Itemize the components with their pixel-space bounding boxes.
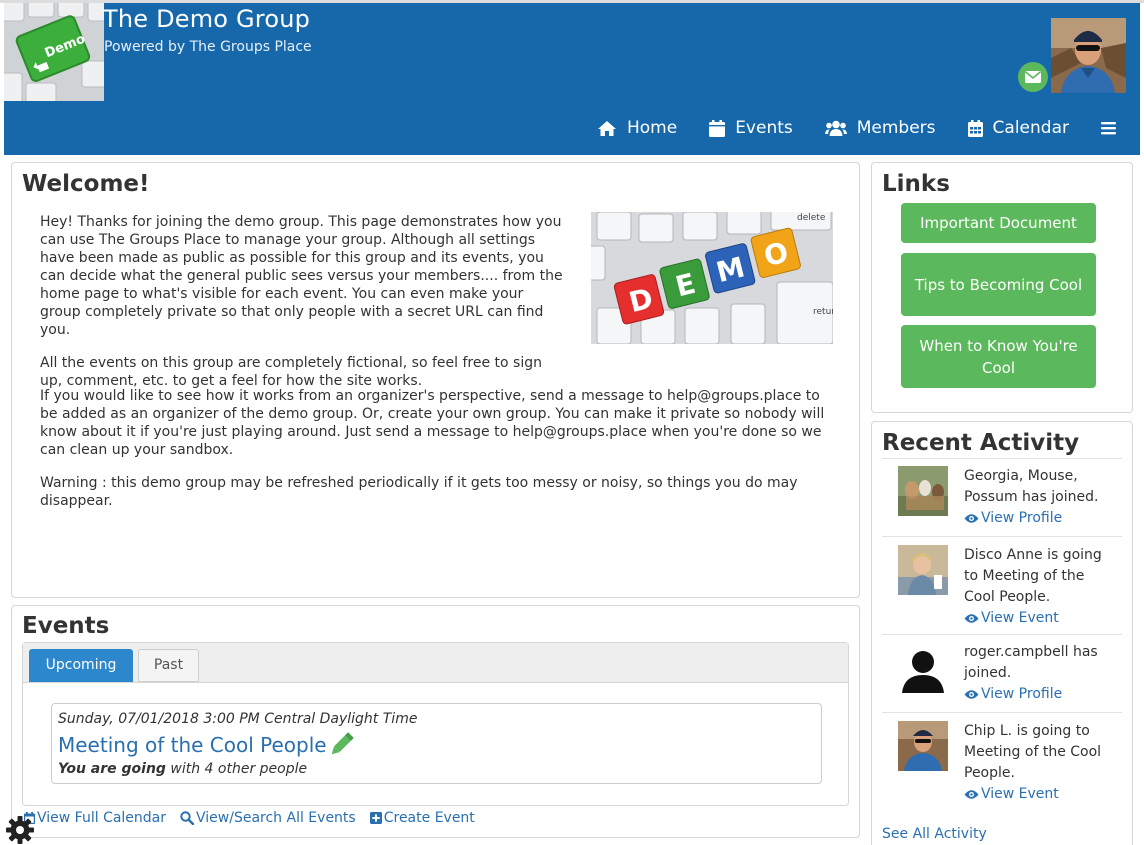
events-title: Events <box>22 613 110 639</box>
activity-thumbnail-dogs[interactable] <box>898 466 948 516</box>
activity-message: Chip L. is going to Meeting of the Cool … <box>964 723 1102 781</box>
welcome-paragraph: All the events on this group are complet… <box>40 355 542 389</box>
event-title-link[interactable]: Meeting of the Cool People <box>58 732 354 758</box>
nav-item-home[interactable]: Home <box>597 118 677 138</box>
welcome-paragraph: Hey! Thanks for joining the demo group. … <box>40 214 563 338</box>
event-title: Meeting of the Cool People <box>58 733 327 757</box>
event-going-count: with 4 other people <box>165 761 308 777</box>
calendar-check-icon <box>709 119 726 137</box>
recent-activity-title: Recent Activity <box>882 430 1080 456</box>
tab-past[interactable]: Past <box>138 649 199 682</box>
activity-text: roger.campbell has joined. View Profile <box>964 642 1114 707</box>
site-subtitle: Powered by The Groups Place <box>104 39 312 55</box>
calendar-icon <box>967 119 983 137</box>
events-tabs-container: Upcoming Past Sunday, 07/01/2018 3:00 PM… <box>22 642 849 806</box>
events-panel: Events Upcoming Past Sunday, 07/01/2018 … <box>11 605 860 838</box>
main-nav: Home Events Members Calendar <box>597 113 1140 143</box>
nav-item-label: Home <box>626 118 678 138</box>
nav-item-label: Calendar <box>992 118 1069 138</box>
envelope-icon[interactable] <box>1018 62 1048 92</box>
activity-item: Chip L. is going to Meeting of the Cool … <box>882 712 1122 812</box>
search-events-link[interactable]: View/Search All Events <box>180 810 356 826</box>
home-icon <box>597 120 616 136</box>
recent-activity-panel: Recent Activity Georgia, Mouse, Possum h… <box>871 421 1133 845</box>
view-event-link[interactable]: View Event <box>964 608 1059 629</box>
tab-upcoming[interactable]: Upcoming <box>29 649 133 682</box>
tips-to-becoming-cool-button[interactable]: Tips to Becoming Cool <box>901 253 1096 316</box>
event-card: Sunday, 07/01/2018 3:00 PM Central Dayli… <box>51 703 822 784</box>
events-tab-bar: Upcoming Past <box>23 643 848 683</box>
activity-message: Disco Anne is going to Meeting of the Co… <box>964 547 1102 605</box>
create-event-label: Create Event <box>383 810 475 826</box>
plus-square-icon <box>369 812 382 824</box>
important-document-button[interactable]: Important Document <box>901 203 1096 243</box>
event-date: Sunday, 07/01/2018 3:00 PM Central Dayli… <box>58 711 418 727</box>
site-header: Demo The Demo Group Powered by The Group… <box>4 3 1140 155</box>
eye-icon <box>964 514 979 523</box>
activity-thumbnail-default[interactable] <box>898 643 948 693</box>
view-profile-link[interactable]: View Profile <box>964 508 1062 529</box>
view-full-calendar-label: View Full Calendar <box>37 810 167 826</box>
activity-message: Georgia, Mouse, Possum has joined. <box>964 468 1099 505</box>
view-profile-label: View Profile <box>981 510 1063 526</box>
activity-text: Disco Anne is going to Meeting of the Co… <box>964 545 1114 631</box>
gear-icon[interactable] <box>4 814 36 845</box>
welcome-paragraph: Warning : this demo group may be refresh… <box>40 475 798 509</box>
events-action-links: View Full Calendar View/Search All Event… <box>24 810 489 826</box>
when-to-know-cool-button[interactable]: When to Know You're Cool <box>901 325 1096 388</box>
activity-message: roger.campbell has joined. <box>964 644 1098 681</box>
pencil-icon[interactable] <box>328 732 354 758</box>
nav-item-members[interactable]: Members <box>824 118 936 138</box>
view-profile-link[interactable]: View Profile <box>964 684 1062 705</box>
create-event-link[interactable]: Create Event <box>369 810 475 826</box>
nav-item-label: Members <box>856 118 936 138</box>
welcome-more: If you would like to see how it works fr… <box>40 387 830 525</box>
view-full-calendar-link[interactable]: View Full Calendar <box>24 810 166 826</box>
site-title[interactable]: The Demo Group <box>103 5 310 33</box>
nav-item-calendar[interactable]: Calendar <box>967 118 1069 138</box>
activity-item: Disco Anne is going to Meeting of the Co… <box>882 536 1122 634</box>
links-panel: Links Important Document Tips to Becomin… <box>871 162 1133 413</box>
key-label-return: return <box>813 307 833 317</box>
view-event-label: View Event <box>981 786 1059 802</box>
activity-thumbnail-anne[interactable] <box>898 545 948 595</box>
users-icon <box>824 120 847 136</box>
activity-item: roger.campbell has joined. View Profile <box>882 634 1122 712</box>
view-event-label: View Event <box>981 610 1059 626</box>
welcome-intro: Hey! Thanks for joining the demo group. … <box>40 213 568 405</box>
eye-icon <box>964 614 979 623</box>
group-logo[interactable]: Demo <box>4 3 104 101</box>
welcome-panel: Welcome! Hey! Thanks for joining the dem… <box>11 162 860 598</box>
search-events-label: View/Search All Events <box>196 810 356 826</box>
event-attendance: You are going with 4 other people <box>58 761 307 777</box>
see-all-activity-link[interactable]: See All Activity <box>882 826 987 842</box>
view-event-link[interactable]: View Event <box>964 784 1059 805</box>
bars-icon <box>1101 122 1116 135</box>
activity-text: Georgia, Mouse, Possum has joined. View … <box>964 466 1114 531</box>
welcome-paragraph: If you would like to see how it works fr… <box>40 388 825 458</box>
nav-item-label: Events <box>735 118 793 138</box>
eye-icon <box>964 690 979 699</box>
key-label-delete: delete <box>797 213 826 223</box>
links-title: Links <box>882 171 950 197</box>
event-going-status: You are going <box>58 761 166 777</box>
view-profile-label: View Profile <box>981 686 1063 702</box>
nav-item-events[interactable]: Events <box>709 118 793 138</box>
search-icon <box>180 811 195 825</box>
user-avatar[interactable] <box>1051 18 1126 93</box>
activity-text: Chip L. is going to Meeting of the Cool … <box>964 721 1114 807</box>
activity-thumbnail-chip[interactable] <box>898 721 948 771</box>
menu-toggle-button[interactable] <box>1101 121 1126 135</box>
activity-item: Georgia, Mouse, Possum has joined. View … <box>882 458 1122 536</box>
demo-keyboard-image: delete return D E M O <box>591 212 833 344</box>
welcome-title: Welcome! <box>22 171 150 197</box>
eye-icon <box>964 790 979 799</box>
